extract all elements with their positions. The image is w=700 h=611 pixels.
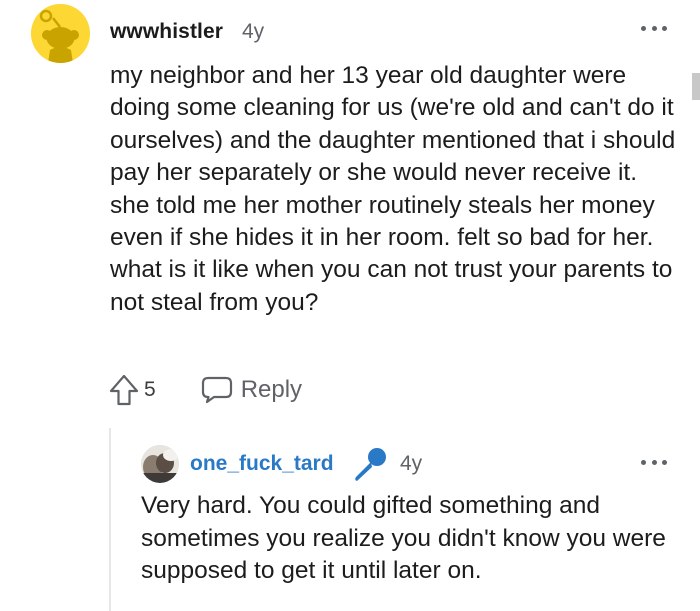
thread-line[interactable] [109,428,111,611]
reply-label: Reply [240,376,303,403]
comment-age: 4y [242,20,265,43]
user-avatar[interactable] [31,4,90,63]
scrollbar-thumb[interactable] [692,73,700,100]
comment-username[interactable]: wwwhistler [110,20,223,44]
upvote-arrow-icon [109,374,139,406]
more-options-icon[interactable] [641,18,667,38]
reply-username[interactable]: one_fuck_tard [190,452,334,476]
reply-age: 4y [400,452,423,475]
microphone-icon [355,448,386,481]
reply-more-options-icon[interactable] [641,452,667,472]
comment-actions: 5 Reply [108,370,302,410]
comment-body: my neighbor and her 13 year old daughter… [110,62,676,316]
upvote-button[interactable]: 5 [108,373,156,407]
reply-body: Very hard. You could gifted something an… [141,492,666,584]
snoo-avatar-icon [31,4,90,63]
chat-bubble-icon [201,376,232,404]
reply-user-avatar[interactable] [141,445,179,483]
reply-button[interactable]: Reply [201,375,302,405]
comment: wwwhistler 4y my neighbor and her 13 yea… [0,0,700,611]
upvote-count: 5 [144,378,156,401]
user-photo-icon [141,445,179,483]
